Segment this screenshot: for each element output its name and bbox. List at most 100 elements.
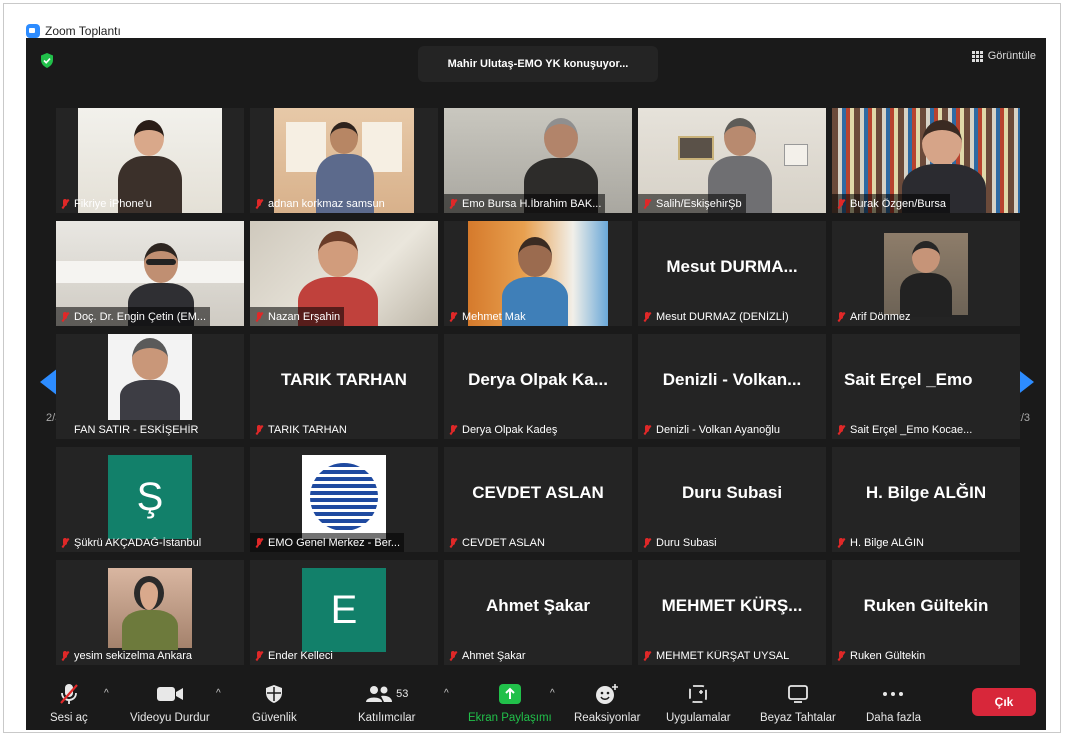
participant-tile[interactable]: Duru Subasi Duru Subasi [638,447,826,552]
participant-tile[interactable]: TARIK TARHAN TARIK TARHAN [250,334,438,439]
muted-mic-icon [835,650,847,662]
participant-name-label: Salih/EskişehirŞb [638,194,746,213]
view-button-label: Görüntüle [987,50,1036,62]
participant-tile[interactable]: Fikriye iPhone'u [56,108,244,213]
participant-display-name: Duru Subasi [681,483,783,502]
meeting-area: Mahir Ulutaş-EMO YK konuşuyor... Görüntü… [26,38,1046,730]
participant-photo [108,568,192,650]
participant-tile[interactable]: Arif Dönmez [832,221,1020,326]
participant-display-name: MEHMET KÜRŞ... [661,596,803,615]
participant-name-label: Mehmet Mak [444,307,530,326]
muted-mic-icon [447,424,459,436]
participant-name-label: EMO Genel Merkez - Ber... [250,533,405,552]
participant-tile[interactable]: Ş Şükrü AKÇADAĞ-İstanbul [56,447,244,552]
muted-mic-icon [835,198,847,210]
participant-name-label: Sait Erçel _Emo Kocae... [832,420,976,439]
participant-photo [884,233,968,317]
participant-tile[interactable]: EMO Genel Merkez - Ber... [250,447,438,552]
muted-mic-icon [835,424,847,436]
participant-display-name: CEVDET ASLAN [472,483,604,502]
share-options-chevron-icon[interactable]: ^ [550,688,555,699]
muted-mic-icon [59,198,71,210]
participant-name-label: Denizli - Volkan Ayanoğlu [638,420,784,439]
participant-name-label: H. Bilge ALĞIN [832,533,928,552]
participants-button[interactable]: 53 Katılımcılar [358,682,416,724]
participant-name-label: Fikriye iPhone'u [56,194,156,213]
participant-grid: Fikriye iPhone'u adnan korkmaz samsun Em… [56,108,1022,665]
stop-video-button[interactable]: Videoyu Durdur [130,682,210,724]
participant-name-label: CEVDET ASLAN [444,533,549,552]
participant-tile[interactable]: E Ender Kelleci [250,560,438,665]
participant-photo [108,334,192,420]
participant-tile[interactable]: Emo Bursa H.İbrahim BAK... [444,108,632,213]
participant-display-name: Denizli - Volkan... [662,370,802,389]
share-screen-button[interactable]: Ekran Paylaşımı [468,682,552,724]
muted-mic-icon [447,311,459,323]
muted-mic-icon [253,311,265,323]
participant-name-label: Burak Özgen/Bursa [832,194,950,213]
participant-tile[interactable]: CEVDET ASLAN CEVDET ASLAN [444,447,632,552]
muted-mic-icon [253,424,265,436]
participants-icon [366,686,393,702]
video-camera-icon [156,687,183,701]
participant-name-label: Şükrü AKÇADAĞ-İstanbul [56,533,205,552]
active-speaker-banner: Mahir Ulutaş-EMO YK konuşuyor... [418,46,658,82]
muted-mic-icon [641,311,653,323]
video-options-chevron-icon[interactable]: ^ [216,688,221,699]
meeting-topbar: Mahir Ulutaş-EMO YK konuşuyor... Görüntü… [26,38,1046,84]
participant-tile[interactable]: H. Bilge ALĞIN H. Bilge ALĞIN [832,447,1020,552]
muted-mic-icon [59,650,71,662]
more-button[interactable]: Daha fazla [866,682,921,724]
participant-tile[interactable]: Mesut DURMA... Mesut DURMAZ (DENİZLİ) [638,221,826,326]
participant-display-name: Derya Olpak Ka... [468,370,608,389]
window-title: Zoom Toplantı [45,24,121,38]
participant-tile[interactable]: Mehmet Mak [444,221,632,326]
audio-options-chevron-icon[interactable]: ^ [104,688,109,699]
unmute-button[interactable]: Sesi aç [50,682,88,724]
participant-display-name: TARIK TARHAN [281,370,407,389]
participant-name-label: Ender Kelleci [250,646,337,665]
apps-button[interactable]: Uygulamalar [666,682,731,724]
participant-tile[interactable]: Doç. Dr. Engin Çetin (EM... [56,221,244,326]
participant-tile[interactable]: Nazan Erşahin [250,221,438,326]
muted-mic-icon [835,311,847,323]
security-shield-icon [266,685,283,703]
muted-mic-icon [447,650,459,662]
participant-tile[interactable]: yesim sekizelma Ankara [56,560,244,665]
participant-name-label: TARIK TARHAN [250,420,351,439]
muted-mic-icon [253,650,265,662]
encryption-shield-icon[interactable] [40,53,54,68]
participant-tile[interactable]: FAN SATIR - ESKİŞEHİR [56,334,244,439]
participant-display-name: Ahmet Şakar [486,596,590,615]
participant-name-label: MEHMET KÜRŞAT UYSAL [638,646,793,665]
participant-name-label: Arif Dönmez [832,307,915,326]
participant-tile[interactable]: Derya Olpak Ka... Derya Olpak Kadeş [444,334,632,439]
reactions-button[interactable]: Reaksiyonlar [574,682,640,724]
participant-tile[interactable]: Salih/EskişehirŞb [638,108,826,213]
zoom-logo-icon [26,24,40,38]
leave-meeting-button[interactable]: Çık [972,688,1036,716]
participant-tile[interactable]: Burak Özgen/Bursa [832,108,1020,213]
more-ellipsis-icon [883,692,904,696]
participant-display-name: Mesut DURMA... [666,257,798,276]
view-button[interactable]: Görüntüle [971,50,1036,62]
participant-tile[interactable]: adnan korkmaz samsun [250,108,438,213]
muted-mic-icon [641,424,653,436]
muted-mic-icon [253,198,265,210]
whiteboard-button[interactable]: Beyaz Tahtalar [760,682,836,724]
participant-tile[interactable]: MEHMET KÜRŞ... MEHMET KÜRŞAT UYSAL [638,560,826,665]
participant-tile[interactable]: Sait Erçel _Emo Sait Erçel _Emo Kocae... [832,334,1020,439]
security-button[interactable]: Güvenlik [252,682,297,724]
participant-tile[interactable]: Denizli - Volkan... Denizli - Volkan Aya… [638,334,826,439]
participant-tile[interactable]: Ahmet Şakar Ahmet Şakar [444,560,632,665]
participant-name-label: FAN SATIR - ESKİŞEHİR [74,423,199,436]
participants-options-chevron-icon[interactable]: ^ [444,688,449,699]
participant-name-label: Nazan Erşahin [250,307,345,326]
meeting-toolbar: Sesi aç ^ Videoyu Durdur ^ Güvenlik 53 K… [26,674,1046,730]
muted-microphone-icon [60,684,78,704]
participant-name-label: Doç. Dr. Engin Çetin (EM... [56,307,211,326]
participant-name-label: Ruken Gültekin [832,646,929,665]
participant-tile[interactable]: Ruken Gültekin Ruken Gültekin [832,560,1020,665]
muted-mic-icon [641,198,653,210]
participant-name-label: Duru Subasi [638,533,721,552]
